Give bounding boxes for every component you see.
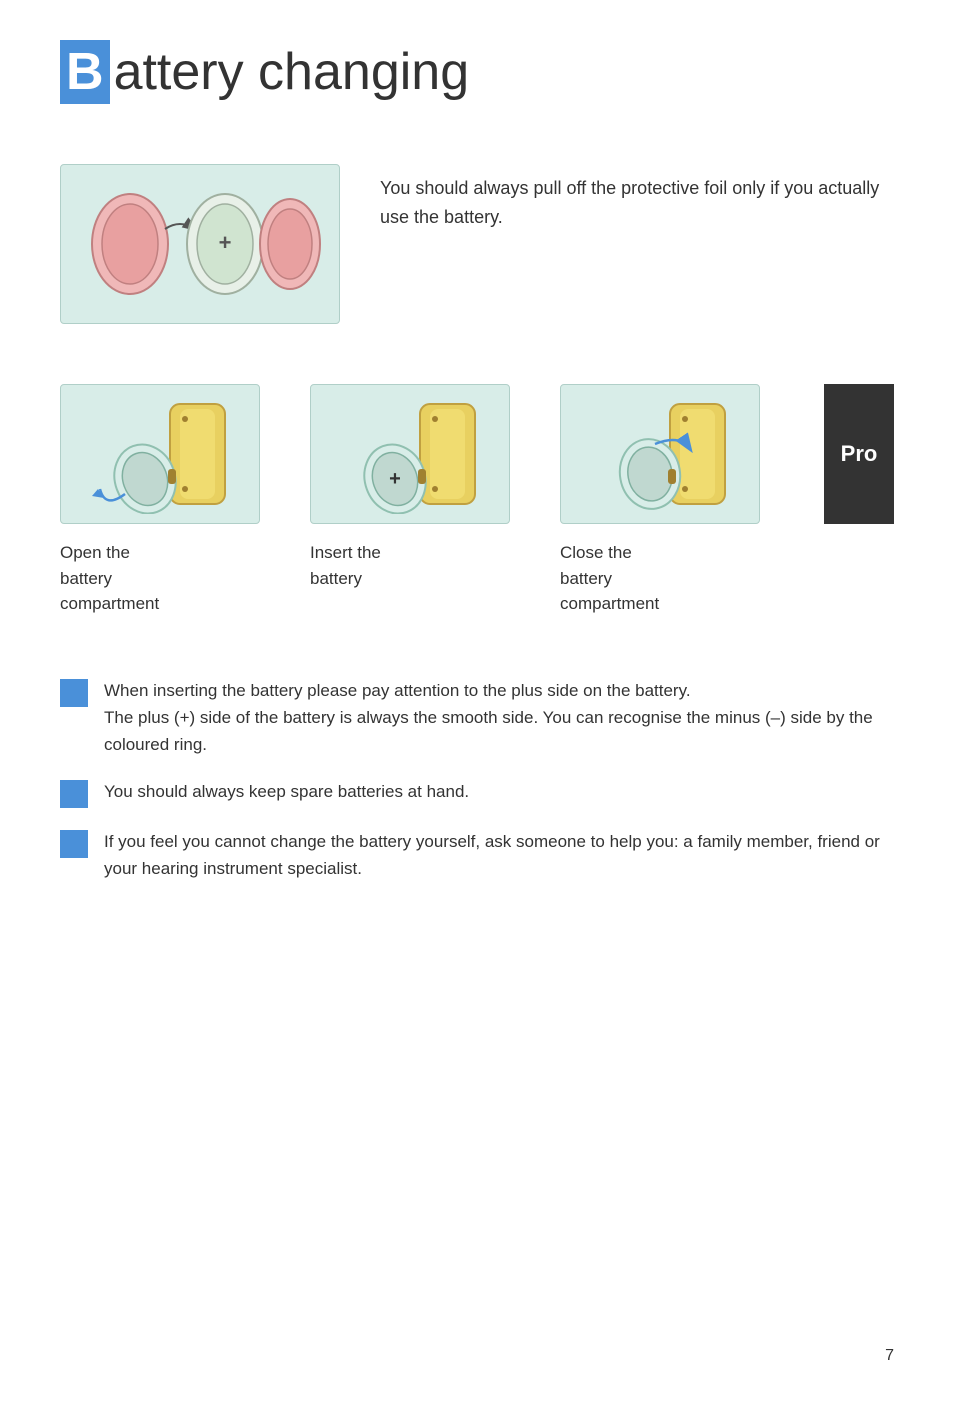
step-open: Open the battery compartment bbox=[60, 384, 280, 617]
title-highlight: B bbox=[60, 40, 110, 104]
note-item-3: If you feel you cannot change the batter… bbox=[60, 828, 894, 882]
step-insert-label: Insert the battery bbox=[310, 540, 381, 591]
title-rest: attery changing bbox=[114, 42, 470, 102]
intro-section: + You should always pull off the protect… bbox=[60, 164, 894, 324]
page-number: 7 bbox=[885, 1347, 894, 1365]
step-insert-svg: + bbox=[320, 394, 500, 514]
note-item-1: When inserting the battery please pay at… bbox=[60, 677, 894, 759]
note-icon-3 bbox=[60, 830, 88, 858]
note-text-3: If you feel you cannot change the batter… bbox=[104, 828, 894, 882]
note-icon-2 bbox=[60, 780, 88, 808]
intro-text: You should always pull off the protectiv… bbox=[380, 164, 894, 232]
step-open-svg bbox=[70, 394, 250, 514]
note-text-1: When inserting the battery please pay at… bbox=[104, 677, 894, 759]
pro-badge: Pro bbox=[824, 384, 894, 524]
intro-image: + bbox=[60, 164, 340, 324]
step-close-label: Close the battery compartment bbox=[560, 540, 659, 617]
notes-section: When inserting the battery please pay at… bbox=[60, 677, 894, 883]
svg-text:+: + bbox=[389, 468, 401, 490]
note-item-2: You should always keep spare batteries a… bbox=[60, 778, 894, 808]
title-section: Battery changing bbox=[60, 40, 894, 104]
step-close: Close the battery compartment bbox=[560, 384, 780, 617]
step-close-svg bbox=[570, 394, 750, 514]
step-insert-image: + bbox=[310, 384, 510, 524]
steps-section: Open the battery compartment + bbox=[60, 384, 894, 617]
note-icon-1 bbox=[60, 679, 88, 707]
step-open-image bbox=[60, 384, 260, 524]
intro-battery-svg: + bbox=[70, 174, 330, 314]
note-text-2: You should always keep spare batteries a… bbox=[104, 778, 469, 805]
svg-text:+: + bbox=[219, 230, 232, 255]
step-open-label: Open the battery compartment bbox=[60, 540, 159, 617]
step-close-image bbox=[560, 384, 760, 524]
step-insert: + Insert the battery bbox=[310, 384, 530, 591]
page-container: Battery changing + bbox=[0, 0, 954, 1405]
